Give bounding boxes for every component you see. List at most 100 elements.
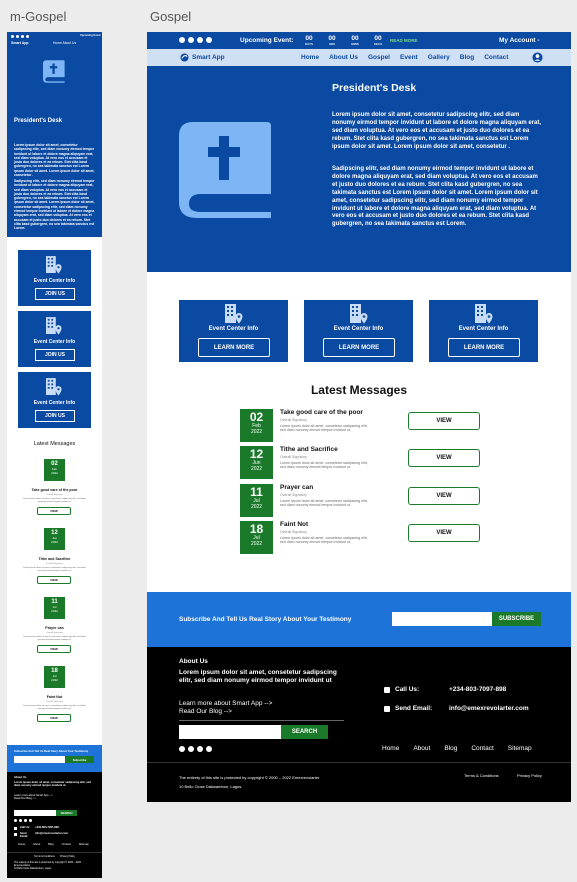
youtube-icon[interactable]: [19, 819, 22, 822]
date-year: 2022: [250, 503, 263, 510]
nav-link-blog[interactable]: Blog: [460, 54, 474, 61]
youtube-icon[interactable]: [16, 35, 19, 38]
instagram-icon[interactable]: [197, 746, 203, 752]
footer-search-input[interactable]: [179, 725, 281, 739]
message-title: Take good care of the poor: [31, 488, 78, 492]
learn-more-button[interactable]: LEARN MORE: [198, 338, 270, 357]
message-date-badge: 18 Jul 2022: [240, 521, 273, 554]
view-button[interactable]: VIEW: [37, 576, 71, 584]
nav-link-home[interactable]: Home: [301, 54, 319, 61]
bible-cross-icon: [43, 60, 66, 83]
whatsapp-icon[interactable]: [206, 746, 212, 752]
join-us-button[interactable]: JOIN US: [35, 349, 75, 361]
latest-messages-title: Latest Messages: [310, 383, 408, 397]
contact-label: Call Us:: [20, 826, 31, 829]
facebook-icon[interactable]: [179, 746, 185, 752]
instagram-icon[interactable]: [21, 35, 24, 38]
message-description: Lorem ipsum dolor sit amet, consetetur s…: [23, 636, 86, 641]
read-blog-link[interactable]: Read Our Blog -->: [179, 708, 272, 716]
email-icon: [14, 832, 17, 836]
footer-link-blog[interactable]: Blog: [48, 843, 53, 846]
brand-name[interactable]: Smart App: [11, 41, 29, 45]
footer-link-about[interactable]: About: [413, 745, 430, 752]
whatsapp-icon[interactable]: [206, 37, 212, 43]
copyright: The entirety of this site is protected b…: [14, 861, 96, 871]
card-title: Event Center Info: [458, 326, 509, 332]
facebook-icon[interactable]: [11, 35, 14, 38]
learn-more-button[interactable]: LEARN MORE: [323, 338, 395, 357]
subscribe-email-input[interactable]: [14, 756, 65, 763]
building-location-icon: [46, 256, 62, 274]
youtube-icon[interactable]: [188, 746, 194, 752]
building-location-icon: [475, 304, 493, 324]
footer-link-contact[interactable]: Contact: [471, 745, 493, 752]
footer-link-sitemap[interactable]: Sitemap: [79, 843, 89, 846]
event-center-card: Event Center Info LEARN MORE: [304, 300, 413, 362]
view-button[interactable]: VIEW: [408, 487, 480, 505]
my-account-menu[interactable]: My Account -: [499, 37, 540, 44]
footer-link-contact[interactable]: Contact: [62, 843, 71, 846]
learn-more-button[interactable]: LEARN MORE: [448, 338, 520, 357]
instagram-icon[interactable]: [24, 819, 27, 822]
facebook-icon[interactable]: [179, 37, 185, 43]
card-title: Event Center Info: [208, 326, 259, 332]
privacy-link[interactable]: Privacy Policy: [60, 855, 75, 858]
view-button[interactable]: VIEW: [37, 714, 71, 722]
footer-search-button[interactable]: SEARCH: [56, 810, 77, 816]
date-year: 2022: [51, 608, 58, 613]
read-blog-link[interactable]: Read Our Blog -->: [14, 797, 53, 800]
contact-value[interactable]: +234-803-7097-898: [449, 686, 506, 693]
user-icon[interactable]: [532, 52, 543, 63]
view-button[interactable]: VIEW: [408, 449, 480, 467]
footer-link-home[interactable]: Home: [382, 745, 399, 752]
view-button[interactable]: VIEW: [408, 524, 480, 542]
date-year: 2022: [250, 465, 263, 472]
facebook-icon[interactable]: [14, 819, 17, 822]
privacy-link[interactable]: Privacy Policy: [517, 773, 542, 778]
mobile-nav-links[interactable]: Home About Us: [53, 41, 76, 45]
footer-phone: Call Us: +234-803-7097-898: [384, 686, 506, 693]
hero-paragraph: Sadipscing elitr, sed diam nonumy eirmod…: [332, 166, 538, 228]
email-icon: [384, 706, 390, 712]
learn-more-link[interactable]: Learn more about Smart App -->: [179, 700, 272, 708]
view-button[interactable]: VIEW: [37, 507, 71, 515]
subscribe-button[interactable]: SUBSCRIBE: [492, 612, 541, 626]
contact-value[interactable]: +234-803-7097-898: [35, 826, 59, 830]
footer-link-sitemap[interactable]: Sitemap: [508, 745, 532, 752]
social-icons: [11, 35, 29, 38]
instagram-icon[interactable]: [197, 37, 203, 43]
message-speaker: Overall Signatory: [280, 418, 307, 422]
contact-value[interactable]: info@emexrevolarter.com: [35, 832, 68, 838]
message-title: Prayer can: [45, 626, 64, 630]
contact-value[interactable]: info@emexrevolarter.com: [449, 705, 529, 712]
bible-cross-icon: [179, 122, 277, 218]
youtube-icon[interactable]: [188, 37, 194, 43]
join-us-button[interactable]: JOIN US: [35, 288, 75, 300]
terms-link[interactable]: Terms & Conditions: [34, 855, 55, 858]
subscribe-email-input[interactable]: [392, 612, 492, 626]
contact-label: Call Us:: [395, 686, 420, 693]
footer: About Us Lorem ipsum dolor sit amet, con…: [147, 647, 571, 802]
footer-search-input[interactable]: [14, 810, 56, 816]
terms-link[interactable]: Terms & Conditions: [464, 773, 499, 778]
nav-link-contact[interactable]: Contact: [484, 54, 508, 61]
footer-link-blog[interactable]: Blog: [444, 745, 457, 752]
page-title: President's Desk: [332, 82, 417, 94]
footer-link-about[interactable]: About: [33, 843, 40, 846]
message-description: Lorem ipsum dolor sit amet, consetetur s…: [280, 536, 368, 545]
contact-label: Send Email:: [395, 705, 433, 712]
whatsapp-icon[interactable]: [26, 35, 29, 38]
nav-link-about-us[interactable]: About Us: [329, 54, 358, 61]
nav-link-event[interactable]: Event: [400, 54, 418, 61]
read-more-link[interactable]: READ MORE: [390, 38, 418, 43]
footer-search-button[interactable]: SEARCH: [281, 725, 328, 739]
view-button[interactable]: VIEW: [37, 645, 71, 653]
whatsapp-icon[interactable]: [29, 819, 32, 822]
subscribe-button[interactable]: Subscribe: [65, 756, 94, 763]
footer-link-home[interactable]: Home: [18, 843, 25, 846]
nav-link-gospel[interactable]: Gospel: [368, 54, 390, 61]
view-button[interactable]: VIEW: [408, 412, 480, 430]
brand-logo[interactable]: Smart App: [180, 53, 225, 62]
nav-link-gallery[interactable]: Gallery: [428, 54, 450, 61]
join-us-button[interactable]: JOIN US: [35, 410, 75, 422]
